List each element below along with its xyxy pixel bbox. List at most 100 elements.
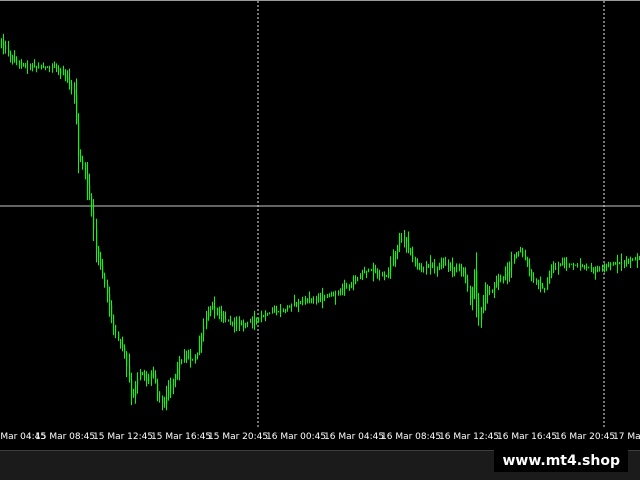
candle-body bbox=[107, 284, 109, 294]
candle-body bbox=[252, 321, 254, 323]
price-chart-area[interactable] bbox=[0, 0, 640, 429]
candle-body bbox=[305, 300, 307, 302]
candle-body bbox=[485, 293, 487, 303]
time-tick-label: 15 Mar 16:45 bbox=[151, 432, 212, 442]
candle-body bbox=[311, 299, 313, 301]
candle-body bbox=[397, 246, 399, 253]
candle-body bbox=[423, 267, 425, 269]
candle-body bbox=[54, 67, 56, 68]
candle-body bbox=[441, 264, 443, 266]
candle-body bbox=[201, 335, 203, 346]
candle-body bbox=[192, 359, 194, 361]
candle-body bbox=[522, 251, 524, 256]
candle-body bbox=[483, 302, 485, 312]
candle-body bbox=[309, 299, 311, 301]
candle-body bbox=[630, 260, 632, 261]
candle-body bbox=[613, 263, 615, 265]
candle-body bbox=[591, 268, 593, 270]
candle-body bbox=[320, 298, 322, 300]
candle-body bbox=[566, 263, 568, 265]
candle-body bbox=[100, 257, 102, 267]
candle-body bbox=[124, 347, 126, 353]
candle-body bbox=[38, 66, 40, 68]
candle-body bbox=[463, 268, 465, 274]
candle-body bbox=[384, 275, 386, 277]
candle-body bbox=[225, 318, 227, 320]
candle-body bbox=[175, 374, 177, 380]
candle-body bbox=[109, 294, 111, 305]
candle-body bbox=[560, 264, 562, 266]
candle-body bbox=[98, 247, 100, 258]
candle-body bbox=[80, 156, 82, 161]
candle-body bbox=[426, 266, 428, 268]
candle-body bbox=[283, 310, 285, 312]
candle-body bbox=[58, 68, 60, 71]
candle-body bbox=[362, 273, 364, 276]
candle-body bbox=[8, 49, 10, 53]
candle-body bbox=[518, 251, 520, 253]
candle-body bbox=[294, 303, 296, 305]
candle-body bbox=[157, 383, 159, 392]
candle-body bbox=[408, 242, 410, 249]
candle-body bbox=[291, 304, 293, 306]
candle-body bbox=[126, 352, 128, 367]
candle-body bbox=[96, 229, 98, 248]
time-tick-label: 16 Mar 04:45 bbox=[324, 432, 385, 442]
candle-body bbox=[406, 237, 408, 243]
candle-body bbox=[168, 390, 170, 397]
candle-body bbox=[448, 264, 450, 266]
candle-body bbox=[230, 320, 232, 322]
candle-body bbox=[285, 309, 287, 311]
candle-body bbox=[87, 174, 89, 185]
candle-body bbox=[602, 267, 604, 269]
candle-body bbox=[500, 278, 502, 280]
candle-body bbox=[388, 270, 390, 276]
candle-body bbox=[527, 260, 529, 266]
candle-body bbox=[393, 258, 395, 265]
candle-body bbox=[32, 66, 34, 67]
candle-body bbox=[206, 317, 208, 326]
candle-body bbox=[467, 279, 469, 288]
candle-body bbox=[379, 274, 381, 276]
candle-body bbox=[23, 64, 25, 66]
candle-body bbox=[5, 45, 7, 50]
candle-body bbox=[632, 259, 634, 261]
candle-body bbox=[340, 290, 342, 292]
candle-body bbox=[256, 318, 258, 320]
candle-body bbox=[221, 313, 223, 316]
candle-body bbox=[439, 265, 441, 267]
chart-window[interactable]: 15 Mar 04:4515 Mar 08:4515 Mar 12:4515 M… bbox=[0, 0, 640, 480]
candle-body bbox=[177, 368, 179, 374]
candle-body bbox=[166, 397, 168, 404]
candle-body bbox=[437, 266, 439, 268]
candle-body bbox=[188, 356, 190, 358]
candle-body bbox=[481, 311, 483, 320]
candle-body bbox=[445, 263, 447, 265]
candlestick-chart[interactable] bbox=[0, 1, 640, 429]
candle-body bbox=[487, 290, 489, 294]
candle-body bbox=[555, 267, 557, 270]
candle-body bbox=[129, 366, 131, 380]
candle-body bbox=[131, 379, 133, 394]
candle-body bbox=[382, 275, 384, 277]
candle-body bbox=[21, 63, 23, 65]
candle-body bbox=[588, 267, 590, 269]
candle-body bbox=[276, 311, 278, 313]
candle-body bbox=[186, 356, 188, 358]
candle-body bbox=[540, 282, 542, 286]
candle-body bbox=[474, 271, 476, 288]
candle-body bbox=[386, 275, 388, 277]
candle-body bbox=[120, 339, 122, 344]
candle-body bbox=[434, 266, 436, 267]
candle-body bbox=[245, 323, 247, 324]
candle-body bbox=[190, 357, 192, 360]
candle-body bbox=[401, 238, 403, 241]
time-tick-label: 16 Mar 16:45 bbox=[497, 432, 558, 442]
candle-body bbox=[263, 315, 265, 317]
candle-body bbox=[27, 65, 29, 67]
candle-body bbox=[624, 261, 626, 263]
candle-body bbox=[159, 391, 161, 397]
candle-body bbox=[179, 363, 181, 369]
candle-body bbox=[287, 307, 289, 309]
time-tick-label: 15 Mar 20:45 bbox=[208, 432, 269, 442]
